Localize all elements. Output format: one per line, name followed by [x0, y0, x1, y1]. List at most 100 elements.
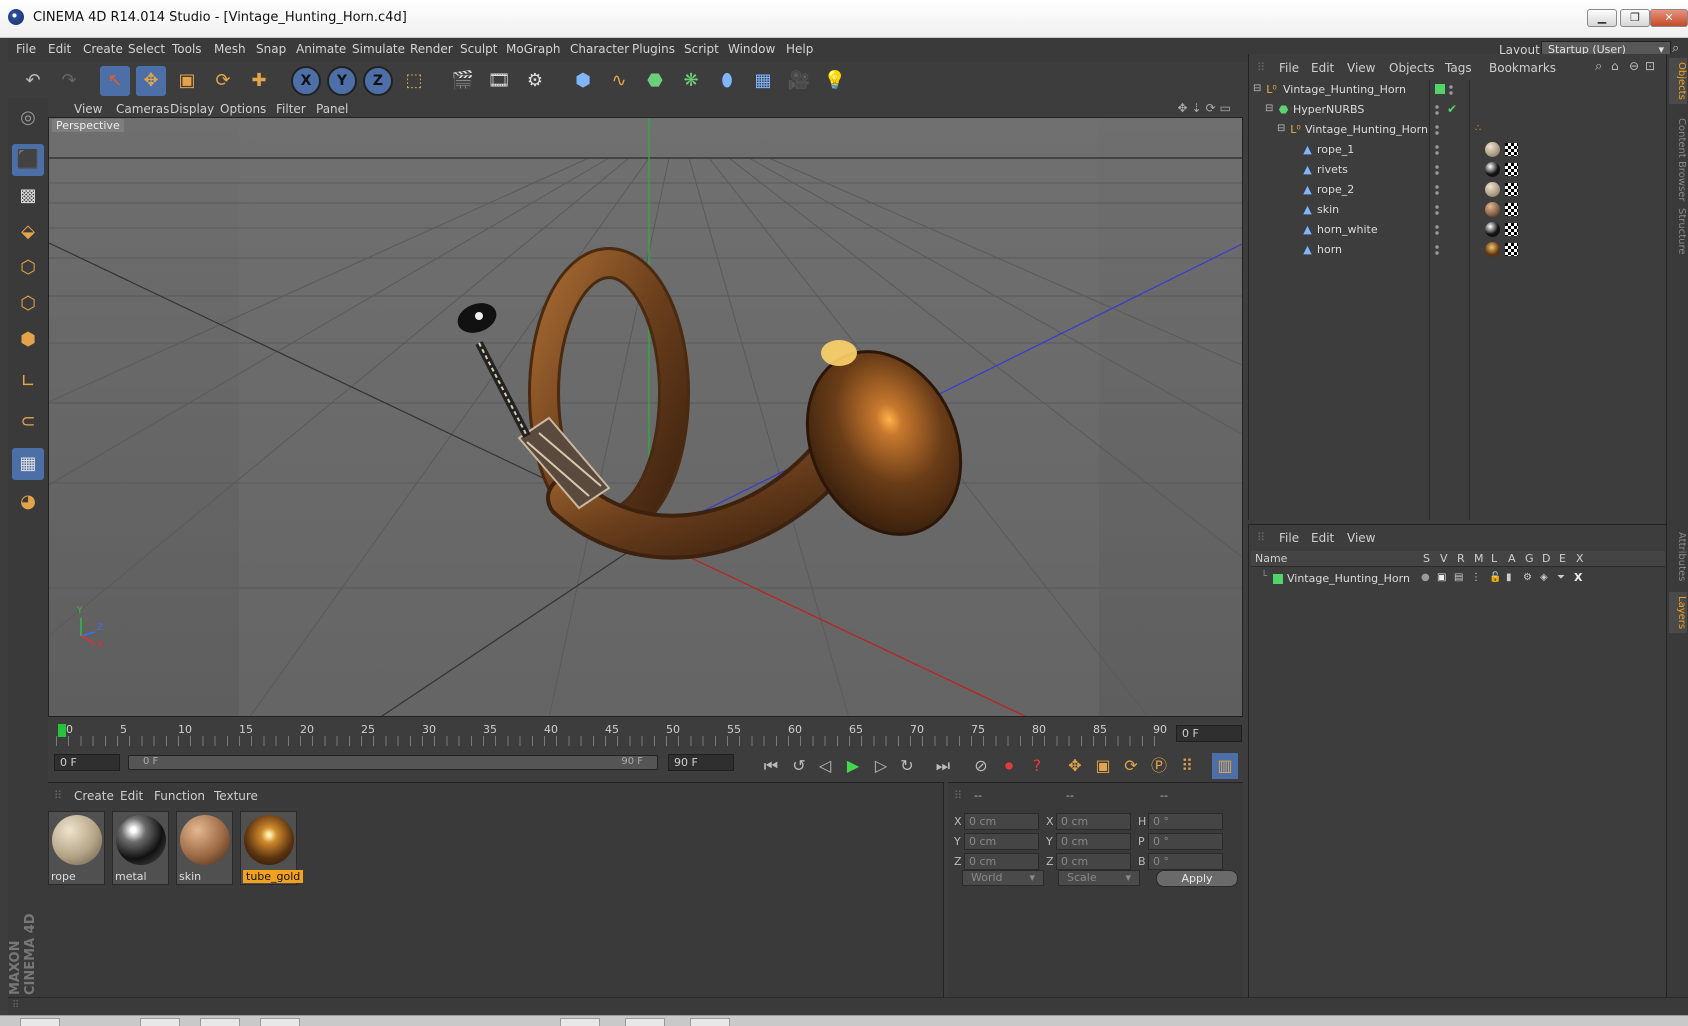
- rotation-h-field[interactable]: 0 °: [1148, 813, 1223, 830]
- previous-key-icon[interactable]: ↺: [786, 753, 812, 779]
- y-axis-lock-button[interactable]: Y: [327, 66, 357, 96]
- position-key-icon[interactable]: ✥: [1062, 753, 1088, 779]
- menu-snap[interactable]: Snap: [256, 42, 286, 56]
- menu-help[interactable]: Help: [786, 42, 813, 56]
- previous-frame-icon[interactable]: ◁: [812, 753, 838, 779]
- menu-create[interactable]: Create: [83, 42, 123, 56]
- xref-toggle-icon[interactable]: X: [1574, 571, 1582, 584]
- objects-menu-view[interactable]: View: [1347, 61, 1375, 75]
- object-row-rivets[interactable]: ▲ rivets: [1249, 160, 1667, 180]
- objects-menu-file[interactable]: File: [1279, 61, 1299, 75]
- taskbar-button[interactable]: [560, 1018, 600, 1026]
- visibility-dots-icon[interactable]: [1435, 144, 1439, 156]
- tab-structure[interactable]: Structure: [1669, 204, 1687, 259]
- visibility-dots-icon[interactable]: [1435, 184, 1439, 196]
- scale-key-icon[interactable]: ▣: [1090, 753, 1116, 779]
- animation-toggle-icon[interactable]: ▮: [1506, 572, 1512, 583]
- light-icon[interactable]: 💡: [820, 66, 850, 96]
- object-row-hypernurbs[interactable]: ⊟ ⬣ HyperNURBS ✔: [1249, 100, 1667, 120]
- coordinate-system-icon[interactable]: ⬚: [399, 66, 429, 96]
- material-swatch-skin[interactable]: skin: [176, 811, 233, 885]
- tab-attributes[interactable]: Attributes: [1669, 528, 1687, 585]
- material-swatch-rope[interactable]: rope: [48, 811, 105, 885]
- make-editable-icon[interactable]: ◎: [12, 102, 44, 134]
- collapse-toggle-icon[interactable]: ⊟: [1277, 123, 1285, 134]
- workplane-lock-icon[interactable]: ▦: [12, 448, 44, 480]
- menu-mesh[interactable]: Mesh: [214, 42, 246, 56]
- layers-menu-edit[interactable]: Edit: [1311, 531, 1334, 545]
- search-icon[interactable]: ⌕: [1595, 59, 1602, 74]
- tag-dots-icon[interactable]: ∴: [1475, 123, 1481, 134]
- material-tag-icon[interactable]: [1485, 162, 1500, 177]
- parameter-key-icon[interactable]: Ⓟ: [1146, 753, 1172, 779]
- minimize-button[interactable]: ▁: [1587, 9, 1617, 27]
- material-tag-icon[interactable]: [1485, 142, 1500, 157]
- go-to-start-icon[interactable]: ⏮: [758, 753, 784, 779]
- material-menu-function[interactable]: Function: [154, 789, 205, 803]
- object-row-skin[interactable]: ▲ skin: [1249, 200, 1667, 220]
- timeline-playhead[interactable]: [58, 724, 66, 737]
- size-z-field[interactable]: 0 cm: [1056, 853, 1131, 870]
- texture-tag-icon[interactable]: [1505, 203, 1518, 216]
- object-row-rope-2[interactable]: ▲ rope_2: [1249, 180, 1667, 200]
- objects-menu-objects[interactable]: Objects: [1389, 61, 1434, 75]
- axis-mode-icon[interactable]: ∟: [12, 366, 44, 398]
- nurbs-icon[interactable]: ⬣: [640, 66, 670, 96]
- viewport-menu-filter[interactable]: Filter: [276, 102, 306, 116]
- rotation-b-field[interactable]: 0 °: [1148, 853, 1223, 870]
- tab-content-browser[interactable]: Content Browser: [1669, 114, 1687, 205]
- apply-button[interactable]: Apply: [1156, 870, 1238, 887]
- x-axis-lock-button[interactable]: X: [291, 66, 321, 96]
- go-to-end-icon[interactable]: ⏭: [930, 753, 956, 779]
- rotation-p-field[interactable]: 0 °: [1148, 833, 1223, 850]
- column-xref[interactable]: X: [1576, 552, 1584, 565]
- texture-tag-icon[interactable]: [1505, 243, 1518, 256]
- timeline-window-icon[interactable]: ▥: [1212, 753, 1238, 779]
- tab-objects[interactable]: Objects: [1669, 58, 1687, 104]
- timeline-ruler[interactable]: 0 5 10 15 20 25 30 35 40 45 50 55 60 65 …: [48, 720, 1243, 750]
- expressions-toggle-icon[interactable]: ⏷: [1557, 572, 1565, 583]
- menu-plugins[interactable]: Plugins: [632, 42, 675, 56]
- deformers-toggle-icon[interactable]: ◈: [1540, 572, 1548, 583]
- visibility-dots-icon[interactable]: [1435, 124, 1439, 136]
- texture-tag-icon[interactable]: [1505, 163, 1518, 176]
- current-frame-field[interactable]: 0 F: [1176, 725, 1242, 742]
- layer-row[interactable]: └ Vintage_Hunting_Horn ● ▣ ▤ ⋮ 🔓 ▮ ⚙ ◈ ⏷…: [1249, 569, 1663, 589]
- menu-sculpt[interactable]: Sculpt: [460, 42, 497, 56]
- manager-toggle-icon[interactable]: ⋮: [1471, 572, 1481, 583]
- next-frame-icon[interactable]: ▷: [868, 753, 894, 779]
- column-view[interactable]: V: [1440, 552, 1448, 565]
- render-settings-icon[interactable]: ⚙: [520, 66, 550, 96]
- texture-tag-icon[interactable]: [1505, 183, 1518, 196]
- view-toggle-icon[interactable]: ▣: [1437, 572, 1446, 583]
- live-selection-icon[interactable]: ↖: [100, 66, 130, 96]
- viewport-menu-cameras[interactable]: Cameras: [116, 102, 169, 116]
- menu-animate[interactable]: Animate: [296, 42, 346, 56]
- array-icon[interactable]: ❋: [676, 66, 706, 96]
- layers-menu-view[interactable]: View: [1347, 531, 1375, 545]
- object-row-vintage-hunting-horn-group[interactable]: ⊟ L⁰ Vintage_Hunting_Horn ∴: [1249, 120, 1667, 140]
- tab-layers[interactable]: Layers: [1669, 592, 1687, 634]
- texture-mode-icon[interactable]: ▩: [12, 180, 44, 212]
- home-icon[interactable]: ⌂: [1611, 59, 1619, 73]
- menu-mograph[interactable]: MoGraph: [506, 42, 561, 56]
- position-y-field[interactable]: 0 cm: [964, 833, 1039, 850]
- move-tool-icon[interactable]: ✥: [136, 66, 166, 96]
- objects-menu-tags[interactable]: Tags: [1445, 61, 1472, 75]
- play-forward-icon[interactable]: ▶: [840, 753, 866, 779]
- perspective-viewport[interactable]: Perspective Y Z X: [48, 117, 1243, 717]
- viewport-menu-options[interactable]: Options: [220, 102, 266, 116]
- keyframe-selection-icon[interactable]: ?: [1024, 753, 1050, 779]
- menu-file[interactable]: File: [16, 42, 36, 56]
- solo-icon[interactable]: ●: [1421, 572, 1430, 583]
- taskbar-button[interactable]: [200, 1018, 240, 1026]
- menu-tools[interactable]: Tools: [172, 42, 202, 56]
- collapse-icon[interactable]: ⊖: [1629, 59, 1639, 73]
- z-axis-lock-button[interactable]: Z: [363, 66, 393, 96]
- object-row-horn[interactable]: ▲ horn: [1249, 240, 1667, 260]
- menu-script[interactable]: Script: [684, 42, 719, 56]
- coordinate-mode-select[interactable]: World ▾: [962, 870, 1044, 886]
- visibility-dots-icon[interactable]: [1435, 104, 1439, 116]
- object-row-horn-white[interactable]: ▲ horn_white: [1249, 220, 1667, 240]
- scale-tool-icon[interactable]: ▣: [172, 66, 202, 96]
